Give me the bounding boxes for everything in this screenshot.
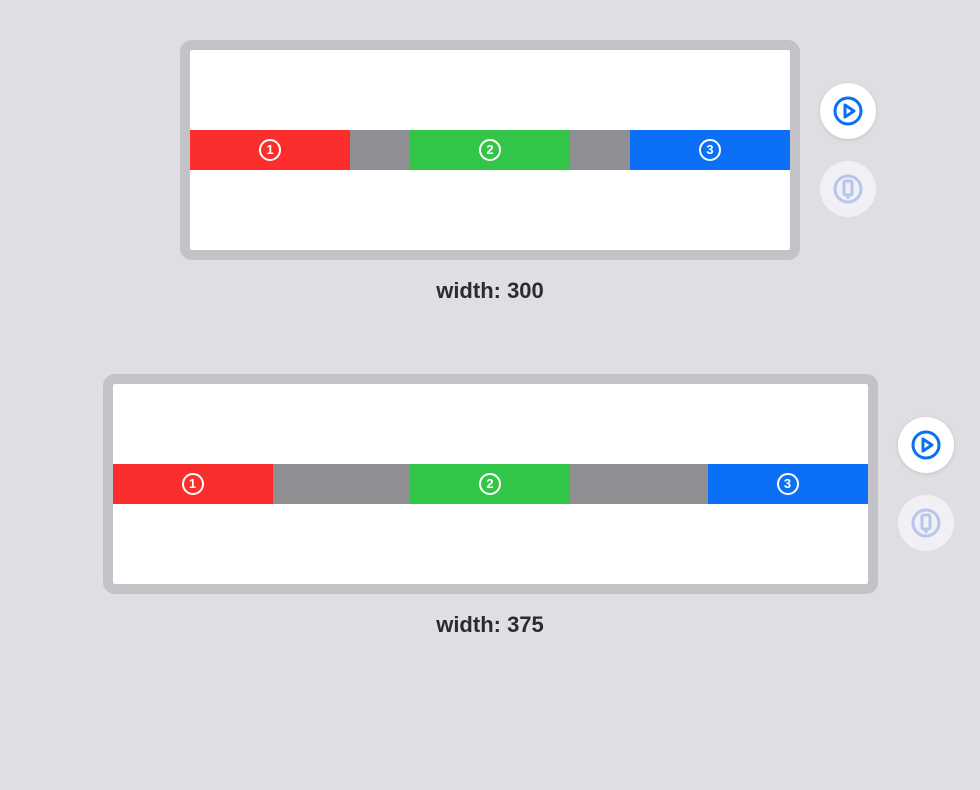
segment-label: 3	[777, 473, 799, 495]
segment-spacer	[570, 130, 630, 170]
segment-label: 3	[699, 139, 721, 161]
play-icon	[832, 95, 864, 127]
play-button[interactable]	[820, 83, 876, 139]
width-caption: width: 300	[436, 278, 544, 304]
device-frame: 1 2 3	[180, 40, 800, 260]
device-frame: 1 2 3	[103, 374, 878, 594]
segment-label: 1	[259, 139, 281, 161]
spacer-track: 1 2 3	[113, 464, 868, 504]
device-button[interactable]	[820, 161, 876, 217]
segment-spacer	[570, 464, 708, 504]
device-icon	[910, 507, 942, 539]
device-icon	[832, 173, 864, 205]
segment-spacer	[273, 464, 411, 504]
preview-wrap: 1 2 3	[103, 374, 878, 594]
example-row: 1 2 3	[0, 374, 980, 638]
width-caption: width: 375	[436, 612, 544, 638]
segment-label: 1	[182, 473, 204, 495]
preview-wrap: 1 2 3	[180, 40, 800, 260]
segment-label: 2	[479, 473, 501, 495]
segment-label: 2	[479, 139, 501, 161]
segment-green: 2	[410, 464, 570, 504]
example-row: 1 2 3	[0, 40, 980, 304]
play-button[interactable]	[898, 417, 954, 473]
segment-spacer	[350, 130, 410, 170]
device-button[interactable]	[898, 495, 954, 551]
preview-controls	[898, 417, 954, 551]
preview-controls	[820, 83, 876, 217]
spacer-track: 1 2 3	[190, 130, 790, 170]
segment-blue: 3	[630, 130, 790, 170]
segment-blue: 3	[708, 464, 868, 504]
segment-red: 1	[190, 130, 350, 170]
segment-green: 2	[410, 130, 570, 170]
segment-red: 1	[113, 464, 273, 504]
play-icon	[910, 429, 942, 461]
